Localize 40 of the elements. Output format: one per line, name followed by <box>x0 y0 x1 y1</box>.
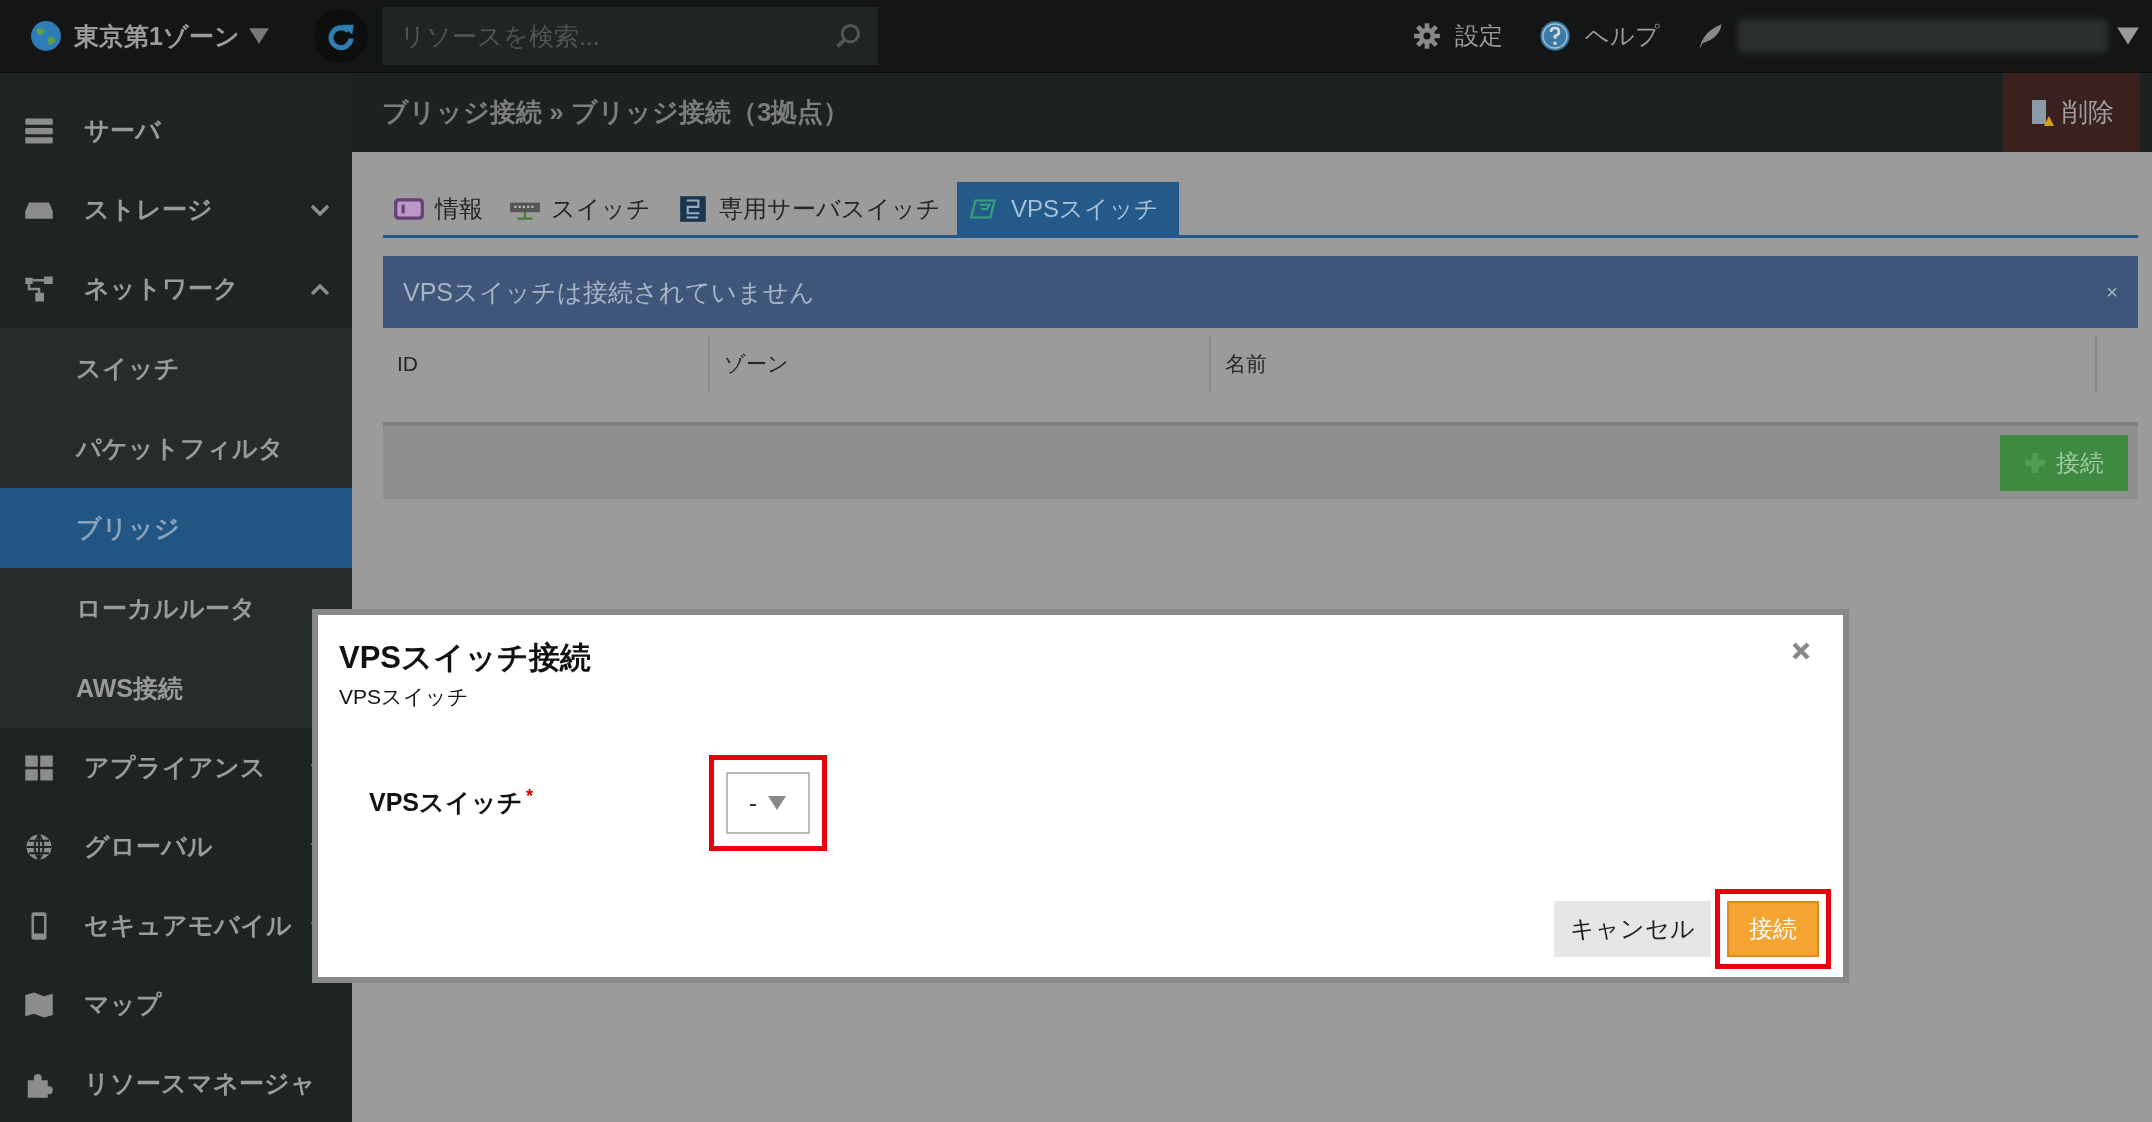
tab[interactable]: 専用サーバスイッチ <box>667 182 951 235</box>
globe-icon <box>30 20 62 52</box>
dialog-title: VPSスイッチ接続 <box>339 639 592 677</box>
tab[interactable]: VPSスイッチ <box>957 182 1180 235</box>
delete-button[interactable]: 削除 <box>2003 73 2140 152</box>
dropdown[interactable]: - <box>726 772 810 834</box>
topbar-link[interactable]: 設定 <box>1455 20 1503 52</box>
dialog-subtitle: VPSスイッチ <box>339 684 471 710</box>
warning-icon <box>2029 98 2054 127</box>
caret-icon[interactable] <box>247 27 270 45</box>
cancel-button[interactable]: キャンセル <box>1554 901 1711 957</box>
globe-icon <box>24 831 54 862</box>
close-icon[interactable] <box>1791 641 1811 661</box>
sidebar-subitem[interactable]: ブリッジ <box>0 488 352 568</box>
info-icon <box>393 195 425 222</box>
sidebar-item[interactable]: アプライアンス <box>0 728 352 807</box>
column-header: ゾーン <box>710 336 1211 392</box>
column-header: 名前 <box>1211 336 2097 392</box>
gear-icon <box>1413 22 1441 50</box>
sidebar-subitem[interactable]: スイッチ <box>0 328 352 408</box>
sidebar-item[interactable]: リソースマネージャ <box>0 1044 352 1122</box>
alert-text: VPSスイッチは接続されていません <box>403 276 817 308</box>
sidebar-item[interactable]: マップ <box>0 965 352 1044</box>
sidebar-item[interactable]: サーバ <box>0 91 352 170</box>
sidebar-item[interactable]: ネットワーク <box>0 249 352 328</box>
close-button[interactable]: × <box>2106 280 2118 304</box>
column-header: ID <box>383 336 710 392</box>
help-icon <box>1539 20 1571 52</box>
breadcrumb: ブリッジ接続 » ブリッジ接続（3拠点） <box>382 96 851 129</box>
sidebar-item[interactable]: ストレージ <box>0 170 352 249</box>
chip-icon <box>677 195 709 222</box>
field-label: VPSスイッチ <box>369 788 524 817</box>
topbar-link[interactable]: ヘルプ <box>1585 20 1660 52</box>
zone-selector[interactable]: 東京第1ゾーン <box>74 19 240 53</box>
required-mark: * <box>526 786 534 807</box>
caret-icon[interactable] <box>2116 26 2140 46</box>
tab[interactable]: スイッチ <box>499 182 661 235</box>
tab[interactable]: 情報 <box>383 182 493 235</box>
sidebar-subitem[interactable]: パケットフィルタ <box>0 408 352 488</box>
caret-icon <box>767 795 787 811</box>
